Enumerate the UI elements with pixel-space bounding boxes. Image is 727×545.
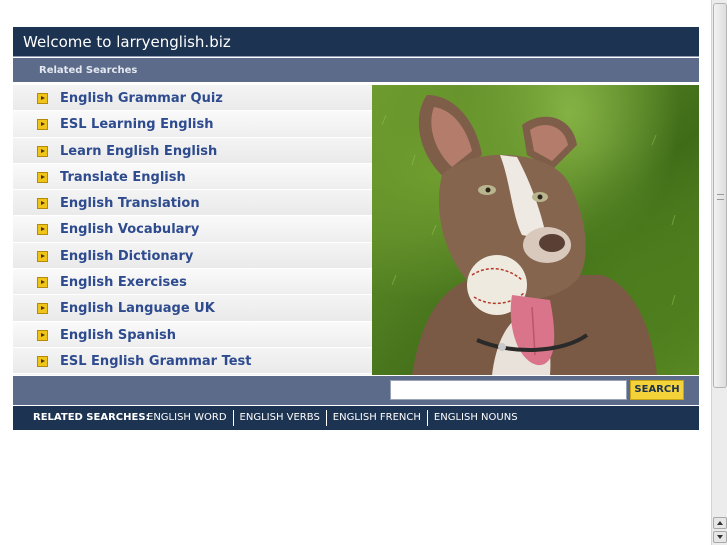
dog-illustration <box>381 95 676 375</box>
related-link[interactable]: English Language UK <box>13 295 372 322</box>
arrow-right-icon <box>37 93 48 104</box>
arrow-right-icon <box>37 277 48 289</box>
related-link-label[interactable]: ESL Learning English <box>60 116 213 133</box>
footer-link[interactable]: ENGLISH WORD <box>143 410 233 426</box>
chevron-down-icon[interactable] <box>713 531 727 543</box>
related-link-label[interactable]: Learn English English <box>60 143 217 160</box>
related-link-label[interactable]: English Dictionary <box>60 248 193 265</box>
footer-link[interactable]: ENGLISH FRENCH <box>325 410 427 426</box>
search-bar: SEARCH <box>13 376 699 405</box>
page-frame: Welcome to larryenglish.biz Related Sear… <box>13 27 699 430</box>
related-link[interactable]: English Grammar Quiz <box>13 85 372 112</box>
chevron-up-icon[interactable] <box>713 517 727 529</box>
related-link[interactable]: English Vocabulary <box>13 216 372 243</box>
arrow-right-icon <box>37 329 48 341</box>
arrow-right-icon <box>37 145 48 157</box>
related-searches-heading: Related Searches <box>39 65 138 76</box>
related-link-label[interactable]: English Translation <box>60 195 200 212</box>
search-input[interactable] <box>390 380 627 400</box>
footer-related-searches: RELATED SEARCHES: ENGLISH WORD ENGLISH V… <box>13 406 699 430</box>
related-link-label[interactable]: Translate English <box>60 169 186 186</box>
footer-link[interactable]: ENGLISH NOUNS <box>426 410 524 426</box>
arrow-right-icon <box>37 355 48 367</box>
footer-related-searches-label: RELATED SEARCHES: <box>33 412 150 423</box>
related-link-label[interactable]: English Spanish <box>60 327 176 344</box>
related-link-label[interactable]: English Language UK <box>60 300 215 317</box>
related-link-label[interactable]: English Vocabulary <box>60 221 199 238</box>
scrollbar-thumb[interactable] <box>713 3 727 388</box>
arrow-right-icon <box>37 198 48 210</box>
related-link-label[interactable]: English Grammar Quiz <box>60 90 223 107</box>
related-link-label[interactable]: ESL English Grammar Test <box>60 353 252 370</box>
related-link-label[interactable]: English Exercises <box>60 274 187 291</box>
related-link[interactable]: ESL Learning English <box>13 111 372 138</box>
site-header: Welcome to larryenglish.biz <box>13 27 699 57</box>
related-link[interactable]: Learn English English <box>13 137 372 164</box>
site-title: Welcome to larryenglish.biz <box>23 33 231 51</box>
dog-photo <box>372 85 699 375</box>
related-searches-bar: Related Searches <box>13 58 699 83</box>
related-link[interactable]: ESL English Grammar Test <box>13 347 372 375</box>
grip-icon <box>717 194 724 200</box>
arrow-right-icon <box>37 250 48 262</box>
related-link[interactable]: English Spanish <box>13 321 372 348</box>
related-link[interactable]: English Translation <box>13 190 372 217</box>
related-link[interactable]: Translate English <box>13 163 372 191</box>
related-link[interactable]: English Exercises <box>13 269 372 296</box>
arrow-right-icon <box>37 171 48 183</box>
related-links-panel: English Grammar Quiz ESL Learning Englis… <box>13 85 372 375</box>
arrow-right-icon <box>37 224 48 236</box>
footer-links: ENGLISH WORD ENGLISH VERBS ENGLISH FRENC… <box>143 410 524 426</box>
arrow-right-icon <box>37 303 48 315</box>
vertical-scrollbar[interactable] <box>711 0 727 545</box>
arrow-right-icon <box>37 119 48 131</box>
related-links-list: English Grammar Quiz ESL Learning Englis… <box>13 85 372 375</box>
related-link[interactable]: English Dictionary <box>13 242 372 270</box>
footer-link[interactable]: ENGLISH VERBS <box>232 410 326 426</box>
search-button[interactable]: SEARCH <box>630 380 684 400</box>
